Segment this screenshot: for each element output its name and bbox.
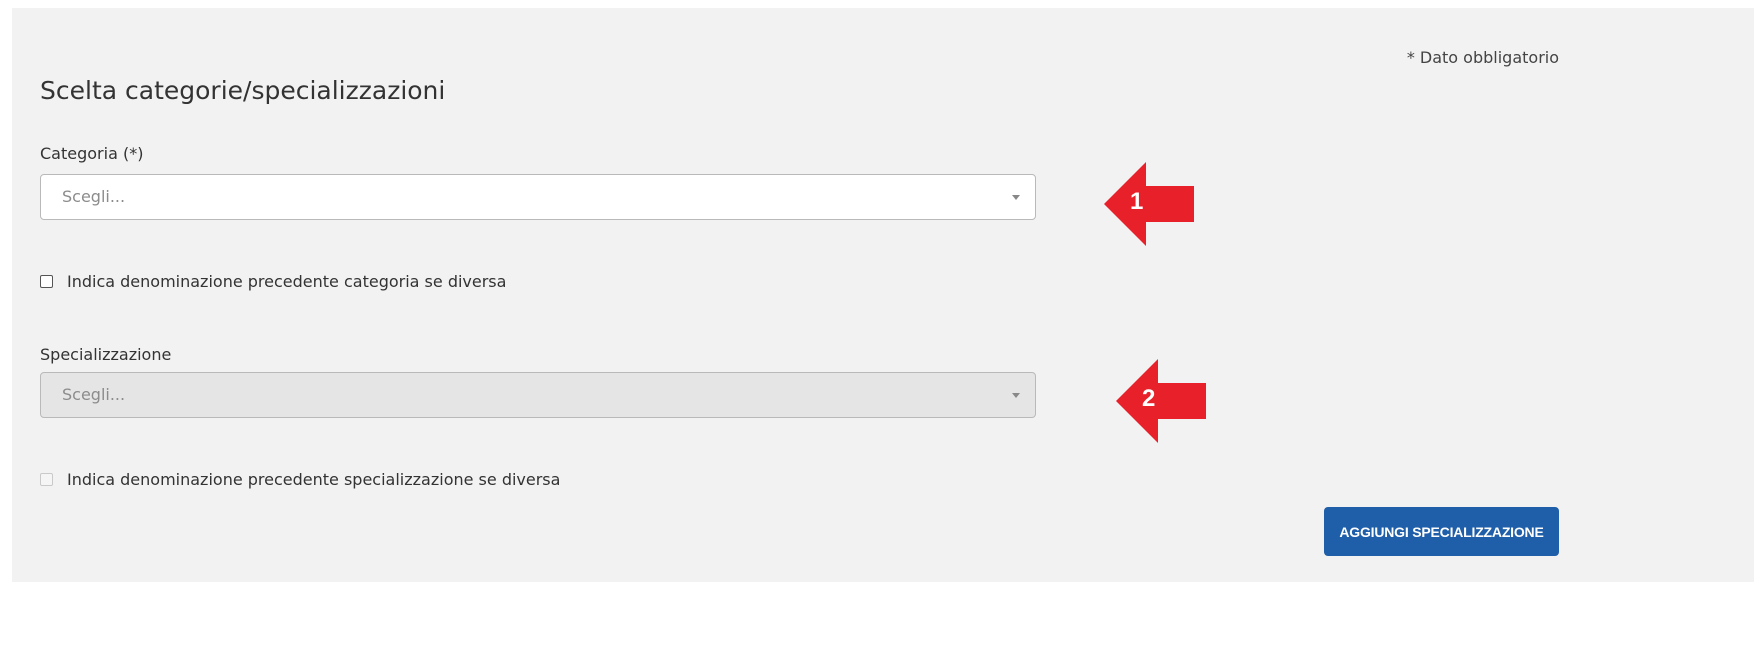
specializzazione-label: Specializzazione [40,345,172,364]
specializzazione-previous-name-label: Indica denominazione precedente speciali… [67,469,561,489]
section-title: Scelta categorie/specializzazioni [40,76,446,105]
annotation-number: 1 [1130,188,1144,215]
required-note: * Dato obbligatorio [1406,48,1559,67]
chevron-down-icon [1012,393,1020,398]
annotation-number: 2 [1142,385,1156,412]
form-panel: * Dato obbligatorio Scelta categorie/spe… [12,8,1754,582]
specializzazione-previous-name-option[interactable]: Indica denominazione precedente speciali… [40,469,560,489]
specializzazione-previous-name-checkbox[interactable] [40,472,53,486]
categoria-previous-name-checkbox[interactable] [40,274,53,288]
categoria-previous-name-label: Indica denominazione precedente categori… [67,271,507,291]
specializzazione-select-placeholder: Scegli... [62,385,126,404]
specializzazione-select[interactable]: Scegli... [40,372,1036,418]
categoria-select[interactable]: Scegli... [40,174,1036,220]
annotation-arrow-left-icon: 1 [1104,162,1194,246]
categoria-select-placeholder: Scegli... [62,187,126,206]
chevron-down-icon [1012,195,1020,200]
categoria-label: Categoria (*) [40,144,144,163]
add-specialization-button[interactable]: AGGIUNGI SPECIALIZZAZIONE [1324,507,1559,556]
annotation-arrow-left-icon: 2 [1116,359,1206,443]
categoria-previous-name-option[interactable]: Indica denominazione precedente categori… [40,271,506,291]
